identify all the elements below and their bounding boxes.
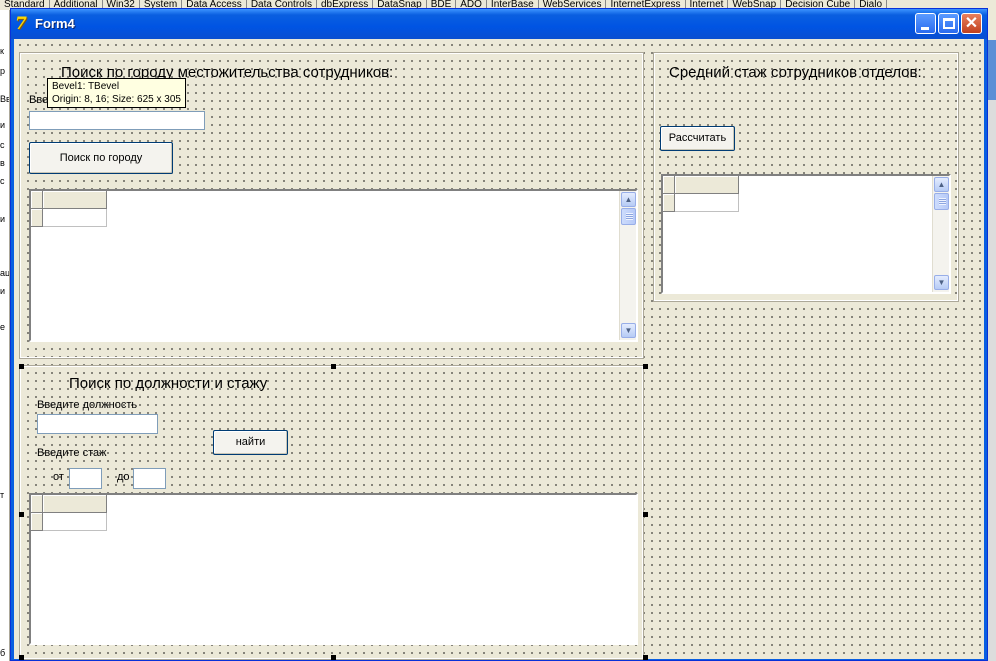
search-by-city-button[interactable]: Поиск по городу — [29, 142, 173, 174]
form-client-area[interactable]: Поиск по городу местожительства сотрудни… — [14, 39, 984, 660]
selection-handle[interactable] — [331, 655, 336, 660]
grid-cell[interactable] — [43, 513, 107, 531]
department-grid[interactable]: ▲ ▼ — [661, 174, 951, 294]
calculate-button-label: Рассчитать — [668, 132, 727, 144]
grid-corner-cell — [663, 176, 675, 194]
experience-from-label: от — [53, 471, 64, 483]
department-grid-scrollbar[interactable]: ▲ ▼ — [932, 176, 949, 292]
search-by-city-button-label: Поиск по городу — [59, 152, 143, 164]
city-grid-scrollbar[interactable]: ▲ ▼ — [619, 191, 636, 340]
grid-corner-cell — [31, 495, 43, 513]
sliver-text: к — [0, 46, 4, 56]
sliver-text: т — [0, 490, 5, 500]
city-input-label: Вве — [29, 94, 49, 106]
department-caption: Средний стаж сотрудников отделов: — [669, 64, 922, 81]
selection-handle[interactable] — [19, 512, 24, 517]
close-button[interactable]: ✕ — [961, 13, 982, 34]
selection-handle[interactable] — [643, 655, 648, 660]
hint-line-1: Bevel1: TBevel — [52, 81, 120, 92]
find-button[interactable]: найти — [213, 430, 288, 455]
minimize-icon — [921, 27, 929, 30]
sliver-text: Вве — [0, 94, 9, 104]
scroll-thumb[interactable] — [621, 208, 636, 225]
calculate-button[interactable]: Рассчитать — [660, 126, 735, 151]
sliver-text: и — [0, 286, 6, 296]
sliver-text: с — [0, 176, 5, 186]
close-icon: ✕ — [964, 15, 979, 32]
grid-header-cell[interactable] — [43, 191, 107, 209]
scroll-thumb[interactable] — [934, 193, 949, 210]
position-input-label: Введите должность — [37, 399, 138, 411]
maximize-icon — [943, 18, 955, 29]
experience-from-input[interactable] — [69, 468, 102, 489]
scroll-up-button[interactable]: ▲ — [934, 177, 949, 192]
experience-to-input[interactable] — [133, 468, 166, 489]
sliver-text: ац — [0, 268, 10, 278]
delphi-7-icon[interactable]: 7 — [15, 15, 31, 33]
grid-row-indicator[interactable] — [31, 513, 43, 531]
designer-hint-tooltip: Bevel1: TBevel Origin: 8, 16; Size: 625 … — [47, 78, 186, 108]
position-results-grid[interactable] — [29, 493, 638, 645]
position-input[interactable] — [37, 414, 158, 434]
selection-handle[interactable] — [331, 364, 336, 369]
experience-label: Введите стаж — [37, 447, 107, 459]
grid-row-indicator[interactable] — [663, 194, 675, 212]
sliver-text: и — [0, 214, 6, 224]
grid-cell[interactable] — [43, 209, 107, 227]
position-search-caption: Поиск по должности и стажу — [69, 375, 268, 392]
sliver-text: в — [0, 158, 5, 168]
grid-row-indicator[interactable] — [31, 209, 43, 227]
grid-cell[interactable] — [675, 194, 739, 212]
sliver-text: б — [0, 648, 6, 658]
grid-header-cell[interactable] — [675, 176, 739, 194]
maximize-button[interactable] — [938, 13, 959, 34]
grid-corner-cell — [31, 191, 43, 209]
sliver-text: р — [0, 66, 6, 76]
scroll-down-button[interactable]: ▼ — [621, 323, 636, 338]
hint-line-2: Origin: 8, 16; Size: 625 x 305 — [52, 94, 181, 105]
scroll-up-button[interactable]: ▲ — [621, 192, 636, 207]
city-results-grid[interactable]: ▲ ▼ — [29, 189, 638, 342]
sliver-text: и — [0, 120, 6, 130]
selection-handle[interactable] — [19, 364, 24, 369]
selection-handle[interactable] — [643, 512, 648, 517]
sliver-text: e — [0, 322, 6, 332]
window-title: Form4 — [35, 16, 75, 31]
selection-handle[interactable] — [19, 655, 24, 660]
city-input[interactable] — [29, 111, 205, 130]
experience-to-label: до — [117, 471, 130, 483]
minimize-button[interactable] — [915, 13, 936, 34]
title-bar[interactable]: 7 Form4 ✕ — [11, 9, 987, 39]
find-button-label: найти — [235, 436, 266, 448]
sliver-text: с — [0, 140, 5, 150]
scroll-down-button[interactable]: ▼ — [934, 275, 949, 290]
form-window[interactable]: 7 Form4 ✕ Поиск по городу местожительств… — [10, 8, 988, 661]
grid-header-cell[interactable] — [43, 495, 107, 513]
ide-left-panel-sliver: к р Вве и с в с и ац и e т б — [0, 10, 10, 661]
selection-handle[interactable] — [643, 364, 648, 369]
